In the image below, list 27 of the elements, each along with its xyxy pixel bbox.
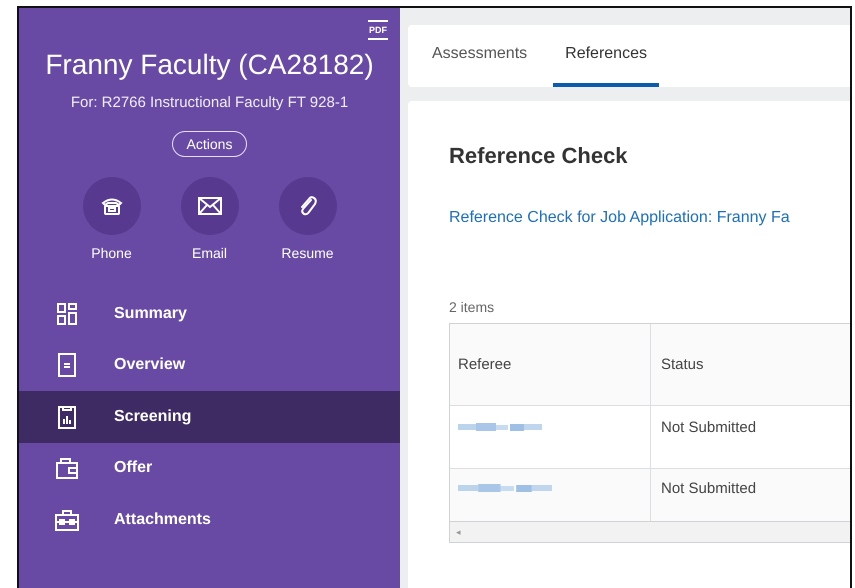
clipboard-chart-icon [58, 404, 76, 429]
status-cell-text: Not Submitted [660, 418, 756, 438]
briefcase-icon [54, 508, 78, 531]
tab[interactable]: References [553, 25, 659, 87]
section-title: Reference Check [449, 143, 629, 169]
status-cell-text: Not Submitted [660, 479, 756, 499]
column-header: Referee [450, 324, 651, 405]
item-count: 2 items [449, 299, 496, 315]
nav-item[interactable]: Offer [19, 442, 400, 494]
candidate-name: Franny Faculty (CA28182) [44, 48, 375, 82]
nav-item[interactable]: Screening [19, 391, 400, 442]
reference-check-link[interactable]: Reference Check for Job Application: Franny Fa [449, 209, 850, 227]
nav-item[interactable]: Overview [19, 340, 400, 391]
contact-label: Resume [281, 245, 334, 261]
pdf-button[interactable]: PDF [368, 20, 388, 40]
requisition-text: For: R2766 Instructional Faculty FT 928-1 [70, 94, 350, 111]
contact-label: Phone [91, 245, 132, 261]
tab[interactable]: Assessments [420, 25, 540, 87]
envelope-icon [198, 197, 222, 215]
wallet-icon [56, 457, 78, 480]
nav-item[interactable]: Summary [19, 288, 400, 340]
document-icon [58, 353, 76, 378]
grid-icon [56, 302, 76, 325]
nav-item[interactable]: Attachments [19, 494, 400, 546]
column-header: Status [660, 355, 704, 375]
actions-button[interactable]: Actions [172, 131, 248, 157]
contact-label: Email [192, 245, 227, 261]
